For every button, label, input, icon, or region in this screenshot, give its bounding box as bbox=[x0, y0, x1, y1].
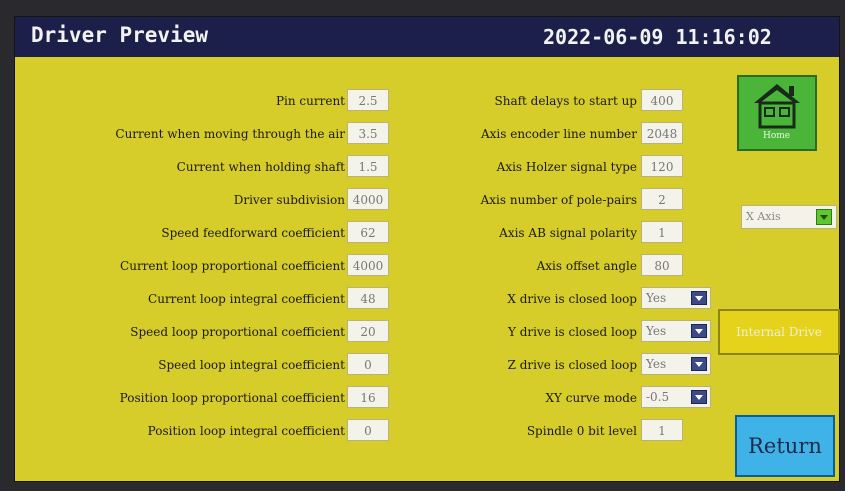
ab-signal-polarity-label: Axis AB signal polarity bbox=[499, 226, 637, 240]
offset-angle-field[interactable]: 80 bbox=[641, 254, 683, 276]
home-button-label: Home bbox=[763, 131, 791, 141]
datetime-display: 2022-06-09 11:16:02 bbox=[543, 25, 772, 49]
speed-loop-proportional-label: Speed loop proportional coefficient bbox=[130, 325, 345, 339]
position-loop-proportional-label: Position loop proportional coefficient bbox=[119, 391, 345, 405]
current-loop-integral-label: Current loop integral coefficient bbox=[148, 292, 345, 306]
home-button[interactable]: Home bbox=[737, 75, 817, 151]
position-loop-integral-label: Position loop integral coefficient bbox=[147, 424, 345, 438]
spindle-bit-level-label: Spindle 0 bit level bbox=[526, 424, 637, 438]
chevron-down-icon[interactable] bbox=[816, 209, 832, 225]
z-closed-loop-value: Yes bbox=[646, 357, 667, 371]
air-move-current-field[interactable]: 3.5 bbox=[347, 122, 389, 144]
holzer-signal-type-label: Axis Holzer signal type bbox=[496, 160, 637, 174]
encoder-line-number-label: Axis encoder line number bbox=[480, 127, 637, 141]
encoder-line-number-field[interactable]: 2048 bbox=[641, 122, 683, 144]
chevron-down-icon[interactable] bbox=[691, 324, 707, 338]
spindle-bit-level-field[interactable]: 1 bbox=[641, 419, 683, 441]
holding-shaft-current-label: Current when holding shaft bbox=[176, 160, 345, 174]
current-loop-integral-field[interactable]: 48 bbox=[347, 287, 389, 309]
pin-current-field[interactable]: 2.5 bbox=[347, 89, 389, 111]
y-closed-loop-value: Yes bbox=[646, 324, 667, 338]
axis-select-value: X Axis bbox=[746, 210, 781, 223]
speed-feedforward-field[interactable]: 62 bbox=[347, 221, 389, 243]
title-bar: Driver Preview 2022-06-09 11:16:02 bbox=[15, 17, 839, 57]
shaft-delay-label: Shaft delays to start up bbox=[494, 94, 638, 108]
xy-curve-mode-value: -0.5 bbox=[646, 390, 670, 404]
pole-pairs-label: Axis number of pole-pairs bbox=[480, 193, 637, 207]
x-closed-loop-label: X drive is closed loop bbox=[507, 292, 637, 306]
speed-loop-proportional-field[interactable]: 20 bbox=[347, 320, 389, 342]
internal-drive-button[interactable]: Internal Drive bbox=[718, 309, 840, 355]
pole-pairs-field[interactable]: 2 bbox=[641, 188, 683, 210]
z-closed-loop-label: Z drive is closed loop bbox=[507, 358, 637, 372]
axis-select[interactable]: X Axis bbox=[741, 205, 837, 229]
pin-current-label: Pin current bbox=[275, 94, 345, 108]
current-loop-proportional-field[interactable]: 4000 bbox=[347, 254, 389, 276]
offset-angle-label: Axis offset angle bbox=[536, 259, 637, 273]
position-loop-proportional-field[interactable]: 16 bbox=[347, 386, 389, 408]
home-icon bbox=[754, 84, 800, 129]
x-closed-loop-select[interactable]: Yes bbox=[641, 287, 711, 309]
current-loop-proportional-label: Current loop proportional coefficient bbox=[120, 259, 345, 273]
chevron-down-icon[interactable] bbox=[691, 390, 707, 404]
y-closed-loop-label: Y drive is closed loop bbox=[507, 325, 637, 339]
return-button[interactable]: Return bbox=[735, 415, 835, 477]
ab-signal-polarity-field[interactable]: 1 bbox=[641, 221, 683, 243]
speed-loop-integral-field[interactable]: 0 bbox=[347, 353, 389, 375]
driver-subdivision-label: Driver subdivision bbox=[233, 193, 345, 207]
driver-preview-screen: Driver Preview 2022-06-09 11:16:02 Pin c… bbox=[14, 16, 840, 482]
shaft-delay-field[interactable]: 400 bbox=[641, 89, 683, 111]
driver-subdivision-field[interactable]: 4000 bbox=[347, 188, 389, 210]
holding-shaft-current-field[interactable]: 1.5 bbox=[347, 155, 389, 177]
xy-curve-mode-select[interactable]: -0.5 bbox=[641, 386, 711, 408]
position-loop-integral-field[interactable]: 0 bbox=[347, 419, 389, 441]
chevron-down-icon[interactable] bbox=[691, 357, 707, 371]
air-move-current-label: Current when moving through the air bbox=[115, 127, 345, 141]
z-closed-loop-select[interactable]: Yes bbox=[641, 353, 711, 375]
x-closed-loop-value: Yes bbox=[646, 291, 667, 305]
speed-loop-integral-label: Speed loop integral coefficient bbox=[158, 358, 345, 372]
page-title: Driver Preview bbox=[31, 23, 209, 47]
speed-feedforward-label: Speed feedforward coefficient bbox=[161, 226, 345, 240]
xy-curve-mode-label: XY curve mode bbox=[545, 391, 637, 405]
y-closed-loop-select[interactable]: Yes bbox=[641, 320, 711, 342]
holzer-signal-type-field[interactable]: 120 bbox=[641, 155, 683, 177]
chevron-down-icon[interactable] bbox=[691, 291, 707, 305]
